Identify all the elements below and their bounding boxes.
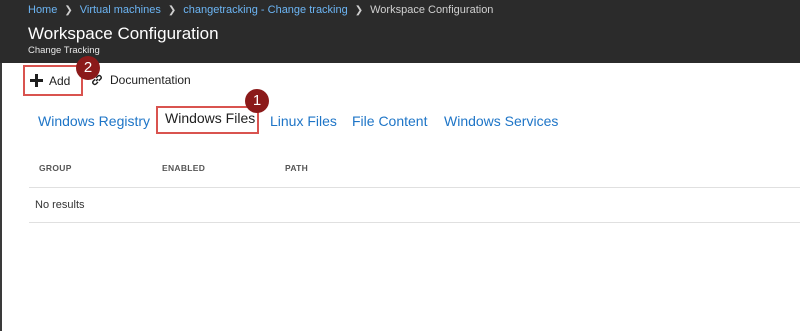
table-header: GROUP ENABLED PATH: [29, 150, 800, 188]
breadcrumb-current: Workspace Configuration: [370, 4, 494, 16]
empty-state-text: No results: [35, 199, 85, 211]
documentation-button[interactable]: Documentation: [90, 67, 191, 93]
tab-linux-files[interactable]: Linux Files: [270, 113, 337, 129]
plus-icon: [30, 74, 43, 87]
add-button[interactable]: Add: [23, 65, 83, 96]
callout-badge-1: 1: [245, 89, 269, 113]
column-header-enabled[interactable]: ENABLED: [162, 163, 205, 173]
breadcrumb-home[interactable]: Home: [28, 4, 57, 16]
page-subtitle: Change Tracking: [28, 45, 100, 56]
documentation-label: Documentation: [110, 73, 191, 87]
column-header-group[interactable]: GROUP: [39, 163, 72, 173]
tab-windows-registry[interactable]: Windows Registry: [38, 113, 150, 129]
column-header-path[interactable]: PATH: [285, 163, 308, 173]
left-border: [0, 63, 2, 331]
table-row: No results: [29, 188, 800, 223]
callout-badge-2: 2: [76, 56, 100, 80]
tab-windows-services[interactable]: Windows Services: [444, 113, 558, 129]
add-label: Add: [49, 73, 71, 88]
breadcrumb-change-tracking[interactable]: changetracking - Change tracking: [183, 4, 347, 16]
tab-bar: Windows Registry Windows Files Linux Fil…: [0, 106, 800, 136]
breadcrumb-virtual-machines[interactable]: Virtual machines: [80, 4, 161, 16]
tab-windows-files[interactable]: Windows Files: [156, 106, 260, 134]
chevron-right-icon: ❯: [354, 5, 364, 16]
results-table: GROUP ENABLED PATH No results: [29, 150, 800, 223]
tab-file-content[interactable]: File Content: [352, 113, 427, 129]
chevron-right-icon: ❯: [64, 5, 73, 16]
page-title: Workspace Configuration: [28, 24, 219, 43]
header-bar: Home ❯ Virtual machines ❯ changetracking - C…: [0, 0, 800, 63]
breadcrumb: Home ❯ Virtual machines ❯ changetracking - C…: [28, 4, 493, 16]
chevron-right-icon: ❯: [167, 5, 177, 16]
